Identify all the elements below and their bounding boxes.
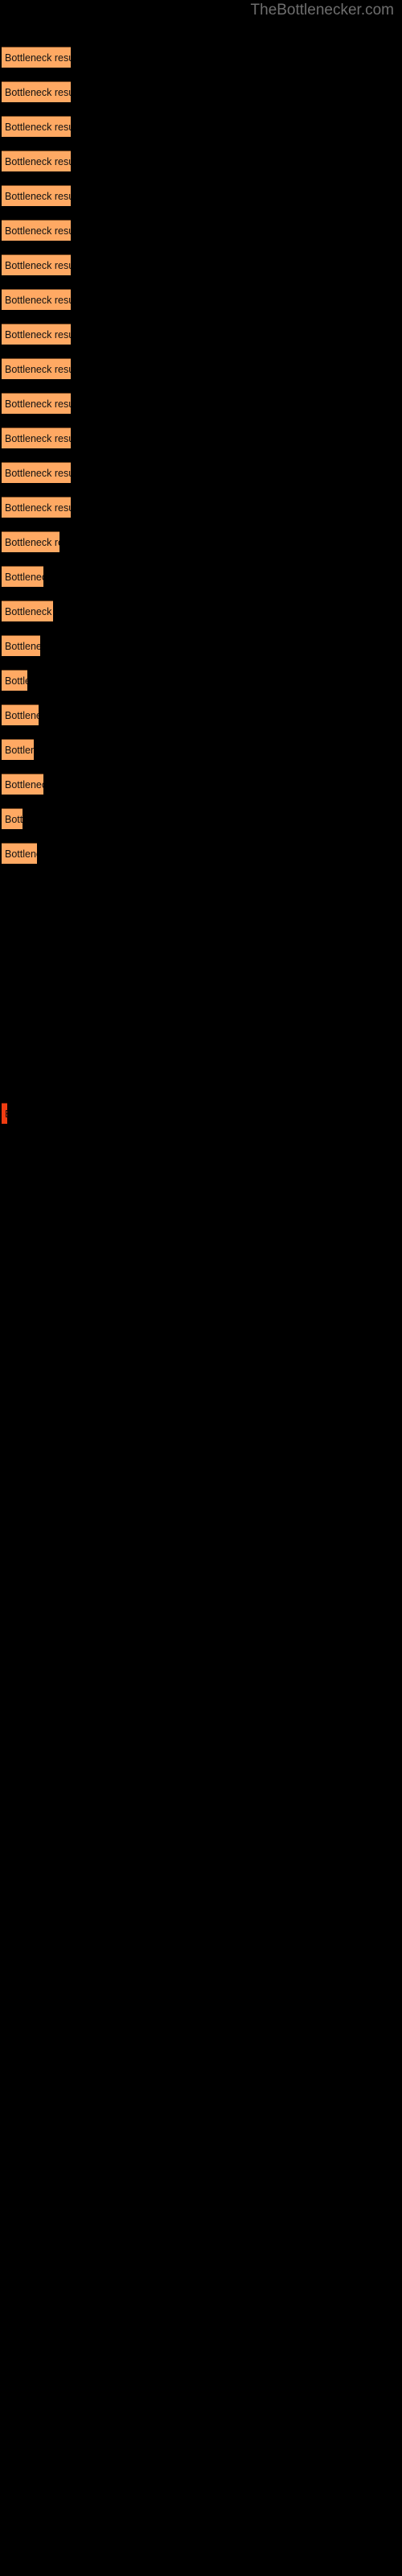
bar-label: Bottleneck result bbox=[5, 52, 71, 64]
bar-row: Bottleneck result bbox=[0, 47, 402, 69]
bar[interactable]: Bottleneck result bbox=[2, 566, 43, 587]
bar-row: Bottleneck result bbox=[0, 358, 402, 381]
bar-label: Bottleneck result bbox=[5, 363, 71, 375]
bar-label: Bottleneck result bbox=[5, 294, 71, 306]
bar[interactable]: Bottleneck result bbox=[2, 808, 23, 829]
bar[interactable]: Bottleneck result bbox=[2, 151, 71, 171]
bar-label: Bottleneck result bbox=[5, 502, 71, 514]
bar-row: Bottleneck result bbox=[0, 185, 402, 208]
bar-row: Bottleneck result bbox=[0, 808, 402, 831]
bar[interactable]: Bottleneck result bbox=[2, 497, 71, 518]
bar-row: Bottleneck result bbox=[0, 289, 402, 312]
bar[interactable]: Bottleneck result bbox=[2, 462, 71, 483]
bar-row: Bottleneck result bbox=[0, 220, 402, 242]
bar-row: Bottleneck result bbox=[0, 151, 402, 173]
bar-label: Bottleneck result bbox=[5, 190, 71, 202]
bar-row: Bottleneck result bbox=[0, 427, 402, 450]
bar-label: Bottleneck result bbox=[5, 640, 40, 652]
bar-label: Bottleneck result bbox=[5, 225, 71, 237]
bar-row: Bottleneck result bbox=[0, 462, 402, 485]
bar-row: Bottleneck result bbox=[0, 774, 402, 796]
bar[interactable]: Bottleneck result bbox=[2, 220, 71, 241]
bar[interactable]: Bottleneck result bbox=[2, 289, 71, 310]
bar-label: Bottleneck result bbox=[5, 675, 27, 687]
horizontal-bar-chart: Bottleneck result Bottleneck result Bottle… bbox=[0, 0, 402, 2576]
bar-label: Bottleneck result bbox=[5, 328, 71, 341]
bar-row: Bottleneck result bbox=[0, 324, 402, 346]
bar-label: Bottleneck result bbox=[5, 398, 71, 410]
bar[interactable]: Bottleneck result bbox=[2, 254, 71, 275]
bar-row: Bottleneck result bbox=[0, 635, 402, 658]
bar-row: Bottleneck result bbox=[0, 81, 402, 104]
bar-label: Bottleneck result bbox=[5, 432, 71, 444]
bar-row: Bottleneck result bbox=[0, 1103, 402, 1125]
bar-label: Bottleneck result bbox=[5, 571, 43, 583]
bar-row: Bottleneck result bbox=[0, 116, 402, 138]
bar-label: Bottleneck result bbox=[5, 121, 71, 133]
bar-row: Bottleneck result bbox=[0, 843, 402, 865]
bar[interactable]: Bottleneck result bbox=[2, 393, 71, 414]
bar-label: Bottleneck result bbox=[5, 155, 71, 167]
bar[interactable]: Bottleneck result bbox=[2, 358, 71, 379]
bar-row: Bottleneck result bbox=[0, 566, 402, 588]
bar-label: Bottleneck result bbox=[5, 709, 39, 721]
bar-label: Bottleneck result bbox=[5, 778, 43, 791]
bar-row: Bottleneck result bbox=[0, 704, 402, 727]
bar[interactable]: Bottleneck result bbox=[2, 635, 40, 656]
bar[interactable]: Bottleneck result bbox=[2, 774, 43, 795]
bar-row: Bottleneck result bbox=[0, 670, 402, 692]
bar-row: Bottleneck result bbox=[0, 739, 402, 762]
bar[interactable]: Bottleneck result bbox=[2, 185, 71, 206]
bar-label: Bottleneck result bbox=[5, 86, 71, 98]
bar-label: Bottleneck result bbox=[5, 813, 23, 825]
bar-row: Bottleneck result bbox=[0, 254, 402, 277]
bar[interactable]: Bottleneck result bbox=[2, 116, 71, 137]
bar[interactable]: Bottleneck result bbox=[2, 704, 39, 725]
bar[interactable]: Bottleneck result bbox=[2, 1103, 7, 1124]
bar[interactable]: Bottleneck result bbox=[2, 843, 37, 864]
bar[interactable]: Bottleneck result bbox=[2, 670, 27, 691]
bar[interactable]: Bottleneck result bbox=[2, 324, 71, 345]
bar-row: Bottleneck result bbox=[0, 531, 402, 554]
bar-label: Bottleneck result bbox=[5, 259, 71, 271]
bar-label: Bottleneck result bbox=[5, 744, 34, 756]
bar[interactable]: Bottleneck result bbox=[2, 739, 34, 760]
bar[interactable]: Bottleneck result bbox=[2, 427, 71, 448]
bar-label: Bottleneck result bbox=[5, 605, 53, 617]
bar-row: Bottleneck result bbox=[0, 393, 402, 415]
bar-label: Bottleneck result bbox=[5, 536, 59, 548]
bar[interactable]: Bottleneck result bbox=[2, 601, 53, 621]
bar[interactable]: Bottleneck result bbox=[2, 531, 59, 552]
bar[interactable]: Bottleneck result bbox=[2, 47, 71, 68]
bar-label: Bottleneck result bbox=[5, 1108, 7, 1119]
bar-row: Bottleneck result bbox=[0, 497, 402, 519]
bar-row: Bottleneck result bbox=[0, 601, 402, 623]
bar-label: Bottleneck result bbox=[5, 467, 71, 479]
bar-label: Bottleneck result bbox=[5, 848, 37, 860]
bar[interactable]: Bottleneck result bbox=[2, 81, 71, 102]
